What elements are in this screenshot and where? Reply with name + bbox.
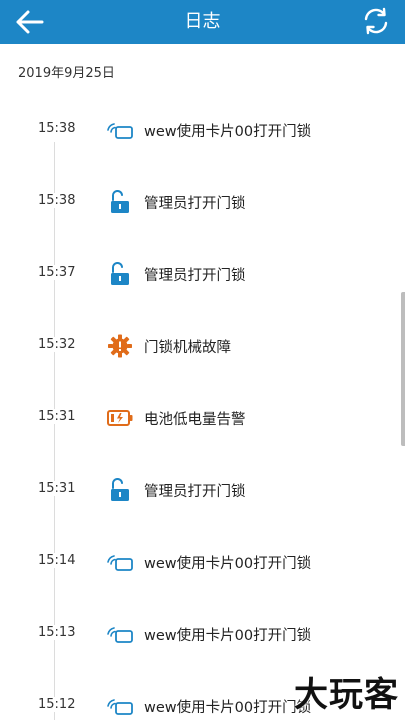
- log-entry: 15:38 wew使用卡片00打开门锁: [0, 112, 405, 148]
- gear-warning-icon: [106, 334, 134, 358]
- log-time: 15:31: [38, 481, 76, 496]
- log-time: 15:12: [38, 697, 76, 712]
- log-time: 15:38: [38, 193, 76, 208]
- log-time: 15:14: [38, 553, 76, 568]
- log-time: 15:13: [38, 625, 76, 640]
- log-date: 2019年9月25日: [18, 66, 115, 81]
- log-entry: 15:38 管理员打开门锁: [0, 184, 405, 220]
- scrollbar[interactable]: [401, 292, 405, 446]
- low-battery-icon: [106, 406, 134, 430]
- log-entry: 15:31 管理员打开门锁: [0, 472, 405, 508]
- log-text: wew使用卡片00打开门锁: [144, 124, 312, 140]
- log-text: 管理员打开门锁: [144, 196, 246, 212]
- log-text: 门锁机械故障: [144, 340, 231, 356]
- log-entry: 15:13 wew使用卡片00打开门锁: [0, 616, 405, 652]
- log-time: 15:38: [38, 121, 76, 136]
- log-text: 管理员打开门锁: [144, 484, 246, 500]
- log-entry: 15:32 门锁机械故障: [0, 328, 405, 364]
- unlock-icon: [106, 261, 134, 286]
- card-icon: [106, 118, 134, 142]
- unlock-icon: [106, 477, 134, 502]
- log-entry: 15:31 电池低电量告警: [0, 400, 405, 436]
- log-entry: 15:14 wew使用卡片00打开门锁: [0, 544, 405, 580]
- unlock-icon: [106, 189, 134, 214]
- log-time: 15:32: [38, 337, 76, 352]
- card-icon: [106, 622, 134, 646]
- log-time: 15:37: [38, 265, 76, 280]
- page-title: 日志: [184, 11, 221, 32]
- log-text: 管理员打开门锁: [144, 268, 246, 284]
- refresh-icon[interactable]: [361, 6, 391, 36]
- log-text: wew使用卡片00打开门锁: [144, 628, 312, 644]
- log-text: 电池低电量告警: [144, 412, 246, 428]
- card-icon: [106, 694, 134, 718]
- watermark: 大玩客: [294, 675, 399, 715]
- log-time: 15:31: [38, 409, 76, 424]
- log-text: wew使用卡片00打开门锁: [144, 556, 312, 572]
- log-text: wew使用卡片00打开门锁: [144, 700, 312, 716]
- log-entry: 15:37 管理员打开门锁: [0, 256, 405, 292]
- title-bar: 日志: [0, 0, 405, 44]
- card-icon: [106, 550, 134, 574]
